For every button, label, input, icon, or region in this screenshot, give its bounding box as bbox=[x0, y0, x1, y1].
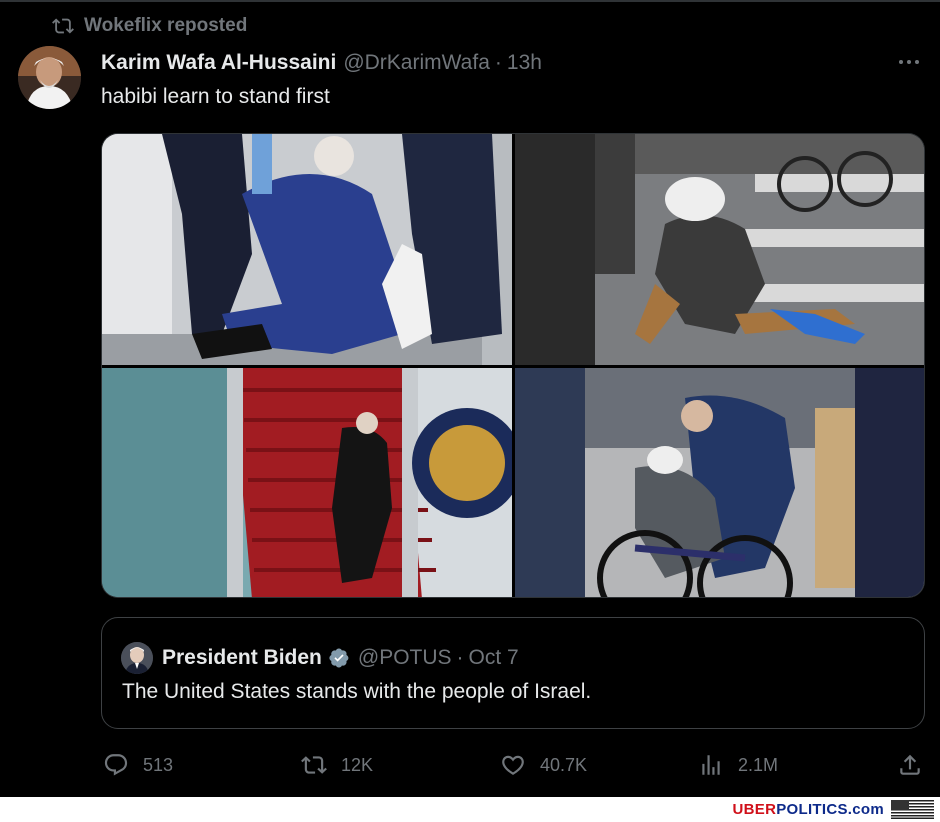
photo-stairs-aircraft[interactable] bbox=[102, 368, 512, 597]
media-grid bbox=[101, 133, 925, 598]
separator-dot: · bbox=[494, 51, 502, 74]
author-name[interactable]: Karim Wafa Al-Hussaini bbox=[101, 51, 336, 75]
quoted-avatar[interactable] bbox=[121, 642, 153, 674]
repost-label: Wokeflix reposted bbox=[84, 15, 248, 36]
photo-kneeling-man-helped[interactable] bbox=[102, 134, 512, 365]
repost-context[interactable]: Wokeflix reposted bbox=[52, 14, 247, 38]
action-bar: 513 12K 40.7K 2.1M bbox=[0, 750, 940, 780]
like-count: 40.7K bbox=[540, 754, 588, 775]
avatar-image bbox=[18, 46, 81, 109]
quoted-post-header: President Biden @POTUS · Oct 7 bbox=[121, 642, 519, 674]
repost-icon bbox=[301, 756, 327, 774]
views-button[interactable]: 2.1M bbox=[698, 750, 778, 780]
like-button[interactable]: 40.7K bbox=[500, 750, 587, 780]
post-time[interactable]: 13h bbox=[507, 51, 542, 75]
reply-button[interactable]: 513 bbox=[103, 750, 173, 780]
us-flag-icon bbox=[891, 800, 934, 819]
separator-dot: · bbox=[456, 646, 464, 669]
heart-icon bbox=[502, 755, 524, 775]
post-text: habibi learn to stand first bbox=[101, 85, 330, 108]
share-button[interactable] bbox=[897, 750, 923, 780]
more-options-icon[interactable] bbox=[894, 52, 924, 72]
reply-icon bbox=[104, 754, 128, 776]
verified-badge-icon bbox=[329, 648, 349, 668]
views-count: 2.1M bbox=[738, 754, 779, 775]
quoted-post[interactable]: President Biden @POTUS · Oct 7 The Unite… bbox=[101, 617, 925, 729]
views-icon bbox=[702, 755, 720, 775]
reply-count: 513 bbox=[143, 754, 174, 775]
repost-button[interactable]: 12K bbox=[301, 750, 373, 780]
top-divider bbox=[0, 0, 940, 2]
repost-count: 12K bbox=[341, 754, 374, 775]
quoted-post-text: The United States stands with the people… bbox=[122, 680, 592, 703]
avatar[interactable] bbox=[18, 46, 81, 109]
watermark-logo: UBERPOLITICS.com bbox=[732, 801, 884, 818]
author-handle[interactable]: @DrKarimWafa bbox=[343, 51, 490, 75]
repost-icon bbox=[52, 18, 74, 34]
quoted-author-handle[interactable]: @POTUS bbox=[358, 646, 452, 670]
post-header: Karim Wafa Al-Hussaini @DrKarimWafa · 13… bbox=[101, 50, 542, 76]
quoted-author-name[interactable]: President Biden bbox=[162, 646, 322, 670]
watermark-bar: UBERPOLITICS.com bbox=[0, 797, 940, 822]
share-icon bbox=[900, 754, 920, 775]
quoted-post-time[interactable]: Oct 7 bbox=[469, 646, 519, 670]
photo-bicycle-fall-crowd[interactable] bbox=[515, 368, 924, 597]
photo-bicycle-fall-crosswalk[interactable] bbox=[515, 134, 924, 365]
